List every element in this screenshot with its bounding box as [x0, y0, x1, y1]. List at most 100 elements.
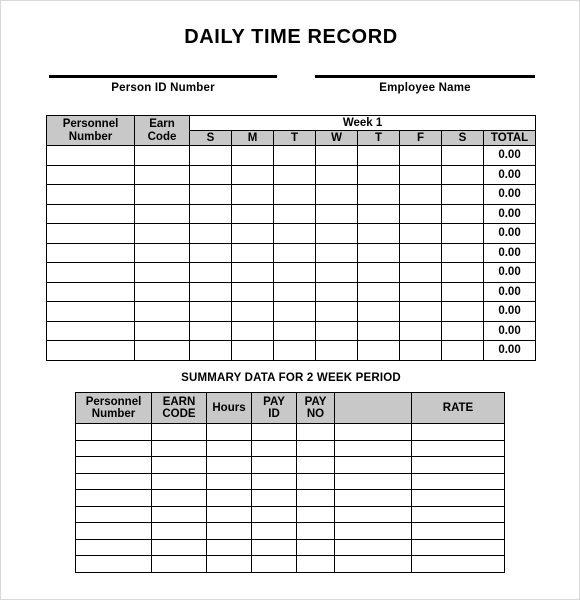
cell-day-6[interactable]	[441, 320, 484, 341]
cell-blank[interactable]	[334, 489, 412, 507]
cell-earn-code[interactable]	[134, 340, 190, 361]
cell-earn-code[interactable]	[151, 522, 207, 540]
cell-earn-code[interactable]	[151, 439, 207, 457]
cell-day-4[interactable]	[357, 242, 400, 263]
cell-day-0[interactable]	[189, 301, 232, 322]
cell-day-2[interactable]	[273, 242, 316, 263]
cell-total[interactable]: 0.00	[482, 281, 537, 302]
cell-day-6[interactable]	[441, 164, 484, 185]
cell-rate[interactable]	[411, 472, 505, 490]
cell-day-3[interactable]	[315, 301, 358, 322]
cell-total[interactable]: 0.00	[482, 164, 537, 185]
cell-day-3[interactable]	[315, 223, 358, 244]
cell-hours[interactable]	[206, 538, 252, 556]
cell-day-1[interactable]	[231, 223, 274, 244]
cell-personnel-number[interactable]	[75, 456, 152, 474]
cell-pay-id[interactable]	[251, 538, 297, 556]
cell-day-1[interactable]	[231, 164, 274, 185]
cell-personnel-number[interactable]	[46, 301, 135, 322]
cell-day-6[interactable]	[441, 223, 484, 244]
cell-personnel-number[interactable]	[46, 320, 135, 341]
cell-blank[interactable]	[334, 522, 412, 540]
cell-day-3[interactable]	[315, 320, 358, 341]
cell-pay-id[interactable]	[251, 423, 297, 441]
cell-hours[interactable]	[206, 555, 252, 573]
cell-day-6[interactable]	[441, 203, 484, 224]
cell-pay-no[interactable]	[296, 538, 335, 556]
cell-blank[interactable]	[334, 456, 412, 474]
cell-day-2[interactable]	[273, 320, 316, 341]
cell-day-2[interactable]	[273, 281, 316, 302]
cell-day-6[interactable]	[441, 242, 484, 263]
cell-day-5[interactable]	[399, 203, 442, 224]
cell-day-2[interactable]	[273, 164, 316, 185]
cell-personnel-number[interactable]	[75, 555, 152, 573]
cell-pay-no[interactable]	[296, 423, 335, 441]
cell-blank[interactable]	[334, 439, 412, 457]
cell-earn-code[interactable]	[134, 281, 190, 302]
employee-name-field[interactable]: Employee Name	[315, 75, 535, 94]
cell-day-0[interactable]	[189, 145, 232, 166]
cell-personnel-number[interactable]	[75, 505, 152, 523]
cell-day-0[interactable]	[189, 164, 232, 185]
cell-personnel-number[interactable]	[46, 340, 135, 361]
cell-day-3[interactable]	[315, 164, 358, 185]
cell-blank[interactable]	[334, 505, 412, 523]
cell-pay-no[interactable]	[296, 555, 335, 573]
cell-day-4[interactable]	[357, 320, 400, 341]
cell-day-0[interactable]	[189, 281, 232, 302]
cell-day-5[interactable]	[399, 320, 442, 341]
cell-pay-no[interactable]	[296, 472, 335, 490]
cell-earn-code[interactable]	[134, 164, 190, 185]
cell-personnel-number[interactable]	[46, 145, 135, 166]
cell-day-5[interactable]	[399, 242, 442, 263]
cell-hours[interactable]	[206, 505, 252, 523]
cell-earn-code[interactable]	[151, 456, 207, 474]
cell-day-4[interactable]	[357, 145, 400, 166]
cell-total[interactable]: 0.00	[482, 145, 537, 166]
cell-personnel-number[interactable]	[75, 439, 152, 457]
cell-day-3[interactable]	[315, 340, 358, 361]
cell-total[interactable]: 0.00	[482, 242, 537, 263]
cell-day-4[interactable]	[357, 281, 400, 302]
cell-earn-code[interactable]	[151, 538, 207, 556]
cell-earn-code[interactable]	[151, 505, 207, 523]
cell-blank[interactable]	[334, 538, 412, 556]
cell-day-3[interactable]	[315, 203, 358, 224]
cell-day-3[interactable]	[315, 242, 358, 263]
cell-pay-no[interactable]	[296, 439, 335, 457]
cell-pay-no[interactable]	[296, 489, 335, 507]
cell-day-3[interactable]	[315, 281, 358, 302]
cell-rate[interactable]	[411, 456, 505, 474]
cell-day-5[interactable]	[399, 281, 442, 302]
cell-rate[interactable]	[411, 555, 505, 573]
cell-day-1[interactable]	[231, 301, 274, 322]
cell-pay-id[interactable]	[251, 472, 297, 490]
cell-personnel-number[interactable]	[75, 489, 152, 507]
cell-day-4[interactable]	[357, 262, 400, 283]
cell-day-0[interactable]	[189, 184, 232, 205]
cell-rate[interactable]	[411, 505, 505, 523]
cell-pay-id[interactable]	[251, 555, 297, 573]
cell-day-6[interactable]	[441, 301, 484, 322]
cell-pay-no[interactable]	[296, 456, 335, 474]
cell-earn-code[interactable]	[134, 184, 190, 205]
cell-hours[interactable]	[206, 522, 252, 540]
cell-day-6[interactable]	[441, 145, 484, 166]
cell-total[interactable]: 0.00	[482, 184, 537, 205]
cell-day-0[interactable]	[189, 223, 232, 244]
cell-hours[interactable]	[206, 472, 252, 490]
cell-day-4[interactable]	[357, 301, 400, 322]
cell-day-5[interactable]	[399, 262, 442, 283]
cell-total[interactable]: 0.00	[482, 203, 537, 224]
cell-day-1[interactable]	[231, 281, 274, 302]
cell-earn-code[interactable]	[134, 320, 190, 341]
cell-day-2[interactable]	[273, 340, 316, 361]
cell-day-1[interactable]	[231, 320, 274, 341]
cell-earn-code[interactable]	[134, 262, 190, 283]
cell-day-5[interactable]	[399, 145, 442, 166]
cell-earn-code[interactable]	[134, 301, 190, 322]
cell-day-4[interactable]	[357, 203, 400, 224]
cell-day-2[interactable]	[273, 262, 316, 283]
cell-day-1[interactable]	[231, 242, 274, 263]
